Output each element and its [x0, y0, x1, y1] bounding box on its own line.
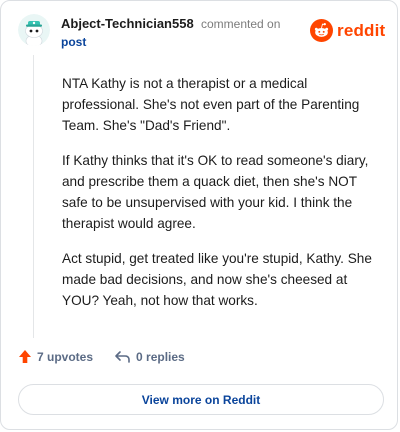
- commented-on-text: commented on: [201, 17, 281, 31]
- user-avatar[interactable]: [18, 14, 50, 46]
- upvotes-count: 7 upvotes: [37, 349, 94, 364]
- reddit-logo[interactable]: reddit: [310, 19, 385, 42]
- replies-count: 0 replies: [136, 349, 185, 364]
- comment-actions: 7 upvotes 0 replies: [18, 349, 185, 364]
- upvote-arrow-icon: [19, 350, 31, 363]
- reddit-alien-icon: [310, 19, 333, 42]
- comment-body: NTA Kathy is not a therapist or a medica…: [62, 73, 382, 325]
- comment-paragraph: NTA Kathy is not a therapist or a medica…: [62, 76, 360, 133]
- post-link[interactable]: post: [61, 35, 86, 49]
- upvote-button[interactable]: 7 upvotes: [18, 349, 93, 364]
- replies-button[interactable]: 0 replies: [114, 350, 185, 364]
- comment-paragraph: If Kathy thinks that it's OK to read som…: [62, 153, 369, 231]
- reddit-wordmark: reddit: [337, 20, 386, 40]
- snoo-avatar-icon: [18, 14, 50, 46]
- thread-line[interactable]: [33, 55, 34, 338]
- comment-embed-card: Abject-Technician558 commented on post r…: [0, 0, 398, 430]
- view-more-button[interactable]: View more on Reddit: [18, 384, 384, 415]
- reply-arrow-icon: [115, 350, 130, 363]
- comment-paragraph: Act stupid, get treated like you're stup…: [62, 251, 372, 308]
- comment-author[interactable]: Abject-Technician558: [61, 16, 194, 31]
